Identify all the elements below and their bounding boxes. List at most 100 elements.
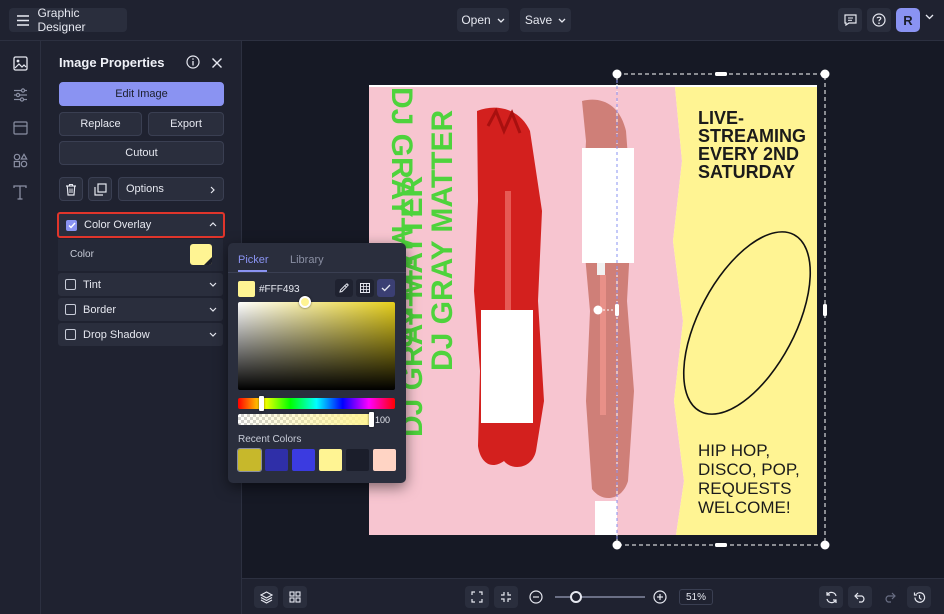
opacity-value[interactable]: 100	[375, 415, 390, 425]
help-button[interactable]	[867, 8, 891, 32]
eyedropper-icon	[339, 283, 349, 293]
options-button[interactable]: Options	[118, 177, 224, 201]
current-color-swatch	[238, 281, 255, 297]
layout-icon	[12, 121, 28, 135]
help-icon	[872, 13, 886, 27]
save-label: Save	[524, 13, 553, 27]
tab-picker[interactable]: Picker	[238, 254, 269, 266]
border-checkbox[interactable]	[65, 304, 76, 315]
save-button[interactable]: Save	[520, 8, 571, 32]
export-button[interactable]: Export	[148, 112, 224, 136]
resize-handle-bottom-right[interactable]	[820, 540, 830, 550]
zoom-slider-track[interactable]	[555, 596, 645, 598]
border-section[interactable]: Border	[58, 298, 223, 321]
color-swatch[interactable]	[190, 244, 212, 265]
replace-button[interactable]: Replace	[59, 112, 142, 136]
confirm-color-button[interactable]	[377, 279, 395, 297]
recent-color-swatch[interactable]	[346, 449, 369, 471]
chevron-down-icon	[209, 307, 217, 312]
color-overlay-checkbox[interactable]	[66, 219, 77, 231]
opacity-slider[interactable]	[238, 414, 373, 425]
opacity-handle[interactable]	[369, 412, 374, 427]
rail-graphics[interactable]	[10, 150, 30, 170]
checkmark-icon	[68, 222, 76, 229]
drop-shadow-section[interactable]: Drop Shadow	[58, 323, 223, 346]
recent-color-swatch[interactable]	[373, 449, 396, 471]
hex-input[interactable]: #FFF493	[259, 284, 300, 295]
tint-section[interactable]: Tint	[58, 273, 223, 296]
color-overlay-body: Color	[58, 239, 223, 271]
hamburger-icon	[17, 14, 30, 26]
resize-handle-top-left[interactable]	[612, 69, 622, 79]
headline-line-1: LIVE-	[698, 108, 744, 128]
fit-screen-button[interactable]	[465, 586, 489, 608]
resize-handle-left[interactable]	[615, 304, 619, 316]
undo-button[interactable]	[848, 586, 872, 608]
delete-button[interactable]	[59, 177, 83, 201]
checkmark-icon	[381, 284, 391, 292]
recent-color-swatch[interactable]	[319, 449, 342, 471]
redo-icon	[885, 592, 896, 603]
grid-palette-button[interactable]	[356, 279, 374, 297]
sync-button[interactable]	[819, 586, 843, 608]
tab-library[interactable]: Library	[290, 254, 324, 266]
panel-title: Image Properties	[59, 55, 165, 70]
resize-handle-top[interactable]	[715, 72, 727, 76]
rail-adjustments[interactable]	[10, 85, 30, 105]
edit-image-button[interactable]: Edit Image	[59, 82, 224, 106]
border-label: Border	[83, 303, 117, 316]
bottom-toolbar: 51%	[242, 578, 944, 614]
tool-rail	[0, 41, 41, 614]
recent-color-swatch[interactable]	[237, 448, 262, 472]
close-panel-button[interactable]	[211, 56, 223, 74]
open-button[interactable]: Open	[457, 8, 509, 32]
tint-checkbox[interactable]	[65, 279, 76, 290]
zoom-out-button[interactable]	[529, 590, 543, 609]
saturation-handle[interactable]	[299, 296, 311, 308]
resize-handle-bottom-left[interactable]	[612, 540, 622, 550]
zoom-in-button[interactable]	[653, 590, 667, 609]
actual-size-button[interactable]	[494, 586, 518, 608]
zoom-percentage[interactable]: 51%	[679, 589, 713, 605]
history-button[interactable]	[907, 586, 931, 608]
chevron-up-icon	[209, 222, 217, 227]
rail-image-properties[interactable]	[10, 53, 30, 73]
drop-shadow-checkbox[interactable]	[65, 329, 76, 340]
cutout-button[interactable]: Cutout	[59, 141, 224, 165]
drop-shadow-label: Drop Shadow	[83, 328, 150, 341]
info-button[interactable]	[186, 55, 200, 74]
rotate-handle[interactable]	[593, 305, 603, 315]
duplicate-button[interactable]	[88, 177, 112, 201]
collapse-icon	[501, 592, 511, 602]
recent-color-swatch[interactable]	[265, 449, 288, 471]
redo-button[interactable]	[877, 586, 901, 608]
grid-view-button[interactable]	[283, 586, 307, 608]
eyedropper-button[interactable]	[335, 279, 353, 297]
sliders-icon	[13, 88, 27, 102]
color-picker-popover: Picker Library #FFF493 100 Recent Colors	[228, 243, 406, 483]
plus-circle-icon	[653, 590, 667, 604]
red-wand-cap	[481, 310, 533, 423]
nude-wand-cap	[582, 148, 634, 263]
headline-line-2: STREAMING	[698, 126, 806, 146]
resize-handle-top-right[interactable]	[820, 69, 830, 79]
rail-text[interactable]	[10, 182, 30, 202]
resize-handle-right[interactable]	[823, 304, 827, 316]
chevron-down-icon[interactable]	[925, 14, 934, 20]
layers-button[interactable]	[254, 586, 278, 608]
app-menu-button[interactable]: Graphic Designer	[9, 6, 127, 34]
recent-color-swatch[interactable]	[292, 449, 315, 471]
trash-icon	[66, 183, 76, 196]
comments-button[interactable]	[838, 8, 862, 32]
saturation-value-box[interactable]	[238, 302, 395, 390]
user-avatar[interactable]: R	[896, 8, 920, 32]
grid-icon	[289, 591, 301, 603]
resize-handle-bottom[interactable]	[715, 543, 727, 547]
layers-icon	[259, 590, 273, 604]
color-overlay-section[interactable]: Color Overlay	[57, 212, 225, 238]
app-title: Graphic Designer	[37, 6, 86, 34]
zoom-slider-handle[interactable]	[569, 591, 582, 603]
rail-layout[interactable]	[10, 118, 30, 138]
refresh-icon	[825, 591, 837, 603]
hue-handle[interactable]	[259, 396, 264, 411]
